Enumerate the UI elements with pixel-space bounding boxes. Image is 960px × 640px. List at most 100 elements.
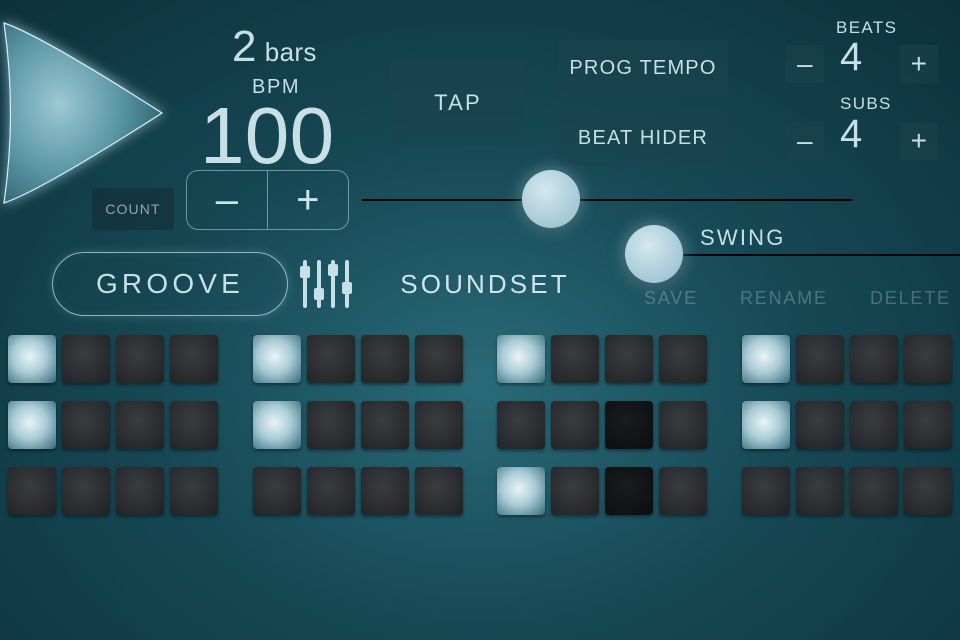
beat-cell[interactable] [8, 401, 56, 449]
beat-hider-label: BEAT HIDER [578, 127, 708, 150]
swing-slider-track [640, 254, 960, 256]
count-button[interactable]: COUNT [92, 188, 174, 230]
beat-hider-button[interactable]: BEAT HIDER [558, 110, 728, 166]
beat-group [742, 335, 952, 383]
bpm-stepper: – + [186, 170, 349, 230]
beat-cell[interactable] [551, 467, 599, 515]
beat-row [0, 467, 960, 533]
beat-cell[interactable] [742, 467, 790, 515]
beat-cell[interactable] [8, 335, 56, 383]
delete-button[interactable]: DELETE [870, 288, 951, 309]
play-button[interactable] [0, 8, 182, 218]
beat-cell[interactable] [361, 335, 409, 383]
soundset-label: SOUNDSET [400, 269, 569, 300]
beat-cell[interactable] [659, 401, 707, 449]
beat-cell[interactable] [659, 335, 707, 383]
beat-cell[interactable] [62, 335, 110, 383]
beat-cell[interactable] [904, 335, 952, 383]
bars-label: bars [265, 37, 317, 68]
beat-cell[interactable] [307, 401, 355, 449]
beat-cell[interactable] [850, 467, 898, 515]
beat-cell[interactable] [415, 335, 463, 383]
beat-group [742, 401, 952, 449]
beat-cell[interactable] [796, 467, 844, 515]
beat-cell[interactable] [361, 401, 409, 449]
beat-cell[interactable] [497, 335, 545, 383]
beat-row [0, 335, 960, 401]
beat-group [8, 467, 218, 515]
beat-cell[interactable] [253, 467, 301, 515]
beat-group [253, 335, 463, 383]
subs-minus-button[interactable]: – [786, 122, 824, 160]
beat-group [253, 401, 463, 449]
beat-group [8, 401, 218, 449]
groove-button[interactable]: GROOVE [52, 252, 288, 316]
beat-row [0, 401, 960, 467]
beat-group [497, 401, 707, 449]
subs-plus-button[interactable]: + [900, 122, 938, 160]
soundset-button[interactable]: SOUNDSET [370, 252, 600, 316]
beat-cell[interactable] [605, 467, 653, 515]
beat-cell[interactable] [307, 467, 355, 515]
tap-label: TAP [434, 90, 482, 116]
rename-button[interactable]: RENAME [740, 288, 828, 309]
beat-cell[interactable] [742, 401, 790, 449]
beat-cell[interactable] [659, 467, 707, 515]
beat-cell[interactable] [497, 401, 545, 449]
beat-group [8, 335, 218, 383]
swing-slider-knob[interactable] [625, 225, 683, 283]
beat-cell[interactable] [605, 335, 653, 383]
beat-cell[interactable] [307, 335, 355, 383]
beat-grid [0, 335, 960, 533]
bpm-minus-button[interactable]: – [187, 171, 268, 229]
bars-value[interactable]: 2 [232, 22, 257, 72]
beat-cell[interactable] [253, 335, 301, 383]
beat-cell[interactable] [8, 467, 56, 515]
beat-cell[interactable] [605, 401, 653, 449]
swing-slider[interactable] [640, 235, 960, 275]
beat-group [253, 467, 463, 515]
prog-tempo-button[interactable]: PROG TEMPO [558, 40, 728, 96]
beat-group [742, 467, 952, 515]
beat-cell[interactable] [415, 467, 463, 515]
beat-cell[interactable] [170, 401, 218, 449]
beat-cell[interactable] [62, 401, 110, 449]
beat-cell[interactable] [551, 401, 599, 449]
beat-group [497, 335, 707, 383]
tempo-slider-track [362, 199, 852, 201]
beat-cell[interactable] [62, 467, 110, 515]
beat-cell[interactable] [170, 335, 218, 383]
bpm-value: 100 [200, 90, 334, 182]
save-button[interactable]: SAVE [644, 288, 698, 309]
beat-cell[interactable] [850, 401, 898, 449]
beat-cell[interactable] [796, 401, 844, 449]
subs-label: SUBS [840, 94, 892, 114]
tempo-slider[interactable] [362, 180, 852, 220]
beat-cell[interactable] [850, 335, 898, 383]
mixer-icon[interactable] [300, 258, 354, 310]
beat-cell[interactable] [796, 335, 844, 383]
beat-cell[interactable] [116, 401, 164, 449]
beats-plus-button[interactable]: + [900, 45, 938, 83]
beat-cell[interactable] [116, 467, 164, 515]
groove-label: GROOVE [96, 268, 244, 300]
tap-button[interactable]: TAP [390, 60, 526, 146]
bpm-plus-button[interactable]: + [268, 171, 348, 229]
beat-group [497, 467, 707, 515]
beat-cell[interactable] [904, 401, 952, 449]
count-label: COUNT [105, 201, 160, 217]
beats-minus-button[interactable]: – [786, 45, 824, 83]
beat-cell[interactable] [361, 467, 409, 515]
beat-cell[interactable] [116, 335, 164, 383]
beat-cell[interactable] [415, 401, 463, 449]
beat-cell[interactable] [742, 335, 790, 383]
beat-cell[interactable] [170, 467, 218, 515]
beat-cell[interactable] [497, 467, 545, 515]
subs-value: 4 [840, 112, 863, 157]
tempo-slider-knob[interactable] [522, 170, 580, 228]
beat-cell[interactable] [551, 335, 599, 383]
beat-cell[interactable] [904, 467, 952, 515]
beat-cell[interactable] [253, 401, 301, 449]
prog-tempo-label: PROG TEMPO [569, 57, 716, 80]
beats-value: 4 [840, 35, 863, 80]
